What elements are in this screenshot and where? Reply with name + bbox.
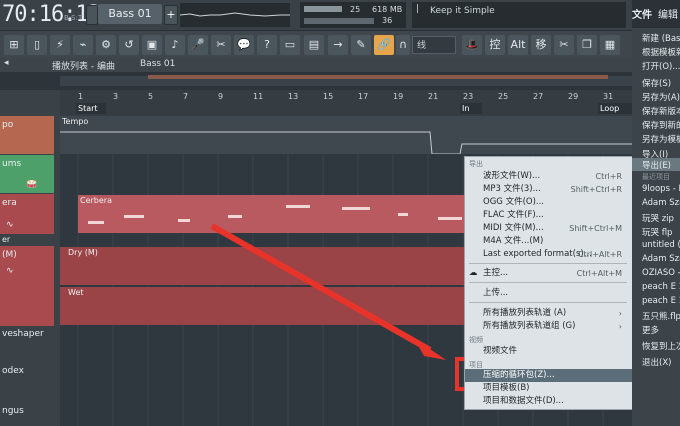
menu-item-ogg[interactable]: OGG 文件(O)... (465, 196, 632, 209)
menu-item-all-tracks[interactable]: 所有播放列表轨道 (A) › (465, 307, 632, 320)
menu-item-master[interactable]: ☁ 主控... Ctrl+Alt+M (465, 267, 632, 280)
menu-tabs: 文件 编辑 (632, 0, 680, 28)
menu-item-midi[interactable]: MIDI 文件(M)... Shift+Ctrl+M (465, 222, 632, 235)
menu-divider (469, 302, 627, 303)
recent-item[interactable]: Adam Szab (642, 254, 680, 264)
file-item-save[interactable]: 保存(S) (642, 77, 671, 89)
file-item-exit[interactable]: 退出(X) (642, 356, 671, 368)
file-item-new[interactable]: 新建 (Basi (642, 32, 680, 44)
tab-edit[interactable]: 编辑 (658, 6, 678, 21)
file-item-save-as-template[interactable]: 另存为模板 (642, 133, 680, 145)
menu-item-video[interactable]: 视频文件 (465, 345, 632, 358)
recent-item[interactable]: 五只熊.flp (642, 310, 680, 322)
menu-item-upload[interactable]: 上传... (465, 287, 632, 300)
file-item-save-as[interactable]: 另存为(A)... (642, 91, 680, 103)
file-item-open[interactable]: 打开(O)... (642, 60, 680, 72)
recent-item[interactable]: 玩哭 zip (642, 212, 674, 224)
menu-item-zipped-loop[interactable]: 压缩的循环包(Z)... (465, 369, 632, 382)
menu-item-project-data[interactable]: 项目和数据文件(D)... (465, 395, 632, 408)
file-menu-panel: 文件 编辑 新建 (Basi 根据模板新 打开(O)... 保存(S) 另存为(… (632, 0, 680, 426)
recent-item[interactable]: 玩哭 flp (642, 226, 672, 238)
file-item-save-new-version[interactable]: 保存新版本 (642, 105, 680, 117)
section-video-label: 视频 (469, 336, 483, 344)
menu-divider (469, 263, 627, 264)
recent-item[interactable]: OZIASO - F (642, 268, 680, 278)
recent-more[interactable]: 更多 (642, 324, 659, 336)
recent-item[interactable]: peach E 13 (642, 296, 680, 306)
recent-item[interactable]: 9loops - R (642, 184, 680, 194)
menu-item-m4a[interactable]: M4A 文件...(M) (465, 235, 632, 248)
file-item-restore[interactable]: 恢复到上次 (642, 340, 680, 352)
export-submenu: 导出 波形文件(W)... Ctrl+R MP3 文件(3)... Shift+Ct… (464, 156, 633, 410)
file-item-export-highlight[interactable]: 导出(E) (632, 158, 680, 171)
recent-section-label: 最近项目 (642, 173, 670, 181)
file-item-export: 导出(E) (642, 161, 672, 171)
file-item-new-from-template[interactable]: 根据模板新 (642, 46, 680, 58)
menu-item-flac[interactable]: FLAC 文件(F)... (465, 209, 632, 222)
recent-item[interactable]: peach E 13 (642, 282, 680, 292)
cloud-icon: ☁ (469, 268, 478, 278)
recent-item[interactable]: Adam Szab (642, 198, 680, 208)
file-item-save-to-new[interactable]: 保存到新的 (642, 119, 680, 131)
menu-item-all-track-groups[interactable]: 所有播放列表轨道组 (G) › (465, 320, 632, 333)
section-export-label: 导出 (469, 160, 483, 168)
menu-item-wave[interactable]: 波形文件(W)... Ctrl+R (465, 170, 632, 183)
menu-item-mp3[interactable]: MP3 文件(3)... Shift+Ctrl+R (465, 183, 632, 196)
tab-file[interactable]: 文件 (632, 6, 652, 21)
recent-item[interactable]: untitled (au (642, 240, 680, 250)
menu-divider (469, 282, 627, 283)
menu-item-last-format[interactable]: Last exported format(s)... Ctrl+Alt+R (465, 248, 632, 261)
menu-item-project-template[interactable]: 项目模板(B) (465, 382, 632, 395)
